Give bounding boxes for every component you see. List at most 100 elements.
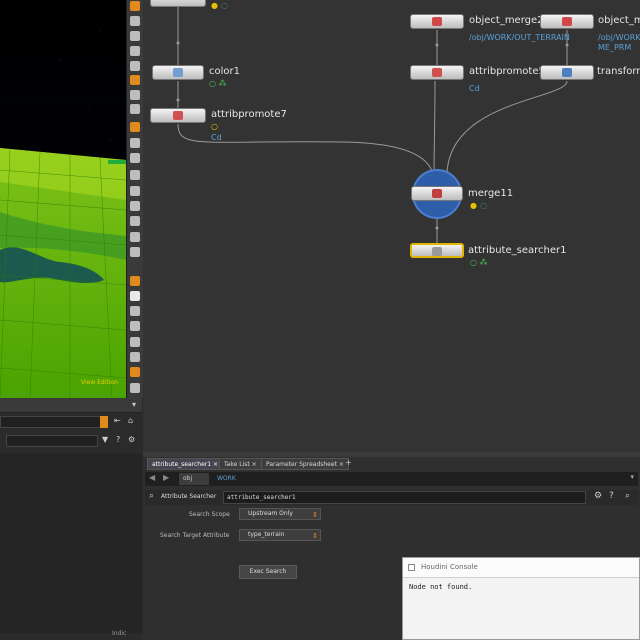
path-work-label: WORK: [217, 475, 236, 482]
tool-icon[interactable]: [130, 201, 140, 211]
tab-attribute-searcher[interactable]: attribute_searcher1 ×: [147, 458, 224, 470]
path-obj[interactable]: obj: [179, 473, 209, 485]
node-label: attribute_searcher1: [468, 245, 567, 256]
lower-left-panel: ▾ ⇤ ⌂ ▼ ? ⚙ Indic: [0, 398, 142, 640]
attribpromote-icon: [432, 68, 442, 77]
node-sublabel: Cd: [469, 84, 480, 93]
node-object-merge-right[interactable]: [540, 14, 594, 29]
tool-icon[interactable]: [130, 383, 140, 393]
path-work[interactable]: WORK: [217, 473, 236, 485]
tool-icon[interactable]: [130, 276, 140, 286]
settings-icon[interactable]: ⌂: [128, 416, 133, 425]
node-object-merge2[interactable]: [410, 14, 464, 29]
path-menu-icon[interactable]: ▾: [630, 473, 634, 481]
display-flag-icon[interactable]: ◌: [221, 1, 228, 10]
search-field[interactable]: [6, 435, 98, 447]
exec-search-button[interactable]: Exec Search: [239, 565, 297, 579]
tab-parameter-spreadsheet[interactable]: Parameter Spreadsheet ×: [261, 458, 349, 470]
filter-field[interactable]: [0, 416, 108, 428]
node-header: ⌕ Attribute Searcher attribute_searcher1…: [145, 490, 638, 505]
help-icon[interactable]: ?: [609, 491, 614, 501]
tool-icon[interactable]: [130, 170, 140, 180]
houdini-console[interactable]: Houdini Console Node not found.: [402, 557, 640, 640]
search-icon[interactable]: ⌕: [149, 491, 154, 501]
viewport-watermark: View Edition: [81, 379, 118, 386]
node-sublabel: /obj/WORK: [598, 33, 640, 42]
tool-icon[interactable]: [130, 75, 140, 85]
tab-label: Parameter Spreadsheet: [266, 461, 337, 468]
bypass-flag-icon[interactable]: ●: [470, 201, 477, 210]
help-icon[interactable]: ?: [116, 435, 120, 444]
viewport-toolbar: [126, 0, 143, 398]
tool-icon[interactable]: [130, 321, 140, 331]
tool-icon[interactable]: [130, 122, 140, 132]
scene-viewport[interactable]: View Edition: [0, 0, 126, 398]
attribpromote-icon: [173, 111, 183, 120]
node-transform[interactable]: [540, 65, 594, 80]
node-sublabel: Cd: [211, 133, 222, 142]
node-attribpromote7[interactable]: [150, 108, 206, 123]
tree-list[interactable]: [0, 453, 142, 633]
console-title: Houdini Console: [421, 563, 478, 571]
tool-icon[interactable]: [130, 16, 140, 26]
add-tab-icon[interactable]: +: [345, 458, 352, 467]
back-icon[interactable]: ◀: [149, 473, 155, 482]
console-title-bar[interactable]: Houdini Console: [403, 558, 639, 578]
color-node-icon: [173, 68, 183, 77]
tool-icon[interactable]: [130, 216, 140, 226]
node-merge11[interactable]: [411, 186, 463, 201]
path-obj-label: obj: [183, 475, 193, 482]
node-color1[interactable]: [152, 65, 204, 80]
tool-icon[interactable]: [130, 337, 140, 347]
gear-icon[interactable]: ⚙: [128, 435, 135, 444]
dropdown-arrow-icon: ⇕: [312, 511, 318, 519]
object-merge-icon: [432, 17, 442, 26]
target-attribute-menu[interactable]: type_terrain ⇕: [239, 529, 321, 541]
bypass-flag-icon[interactable]: ●: [211, 1, 218, 10]
panel-header: ▾: [0, 398, 142, 413]
node-flag-icon[interactable]: ○ ⁂: [470, 258, 488, 267]
tool-icon[interactable]: [130, 61, 140, 71]
tool-icon[interactable]: [130, 138, 140, 148]
tool-icon[interactable]: [130, 104, 140, 114]
pane-divider[interactable]: [143, 452, 640, 457]
pin-icon[interactable]: ⇤: [114, 416, 121, 425]
filter-icon[interactable]: ▼: [102, 435, 108, 444]
menu-icon[interactable]: ▾: [132, 400, 136, 409]
merge-icon: [432, 189, 442, 198]
tool-icon[interactable]: [130, 31, 140, 41]
tab-take-list[interactable]: Take List ×: [219, 458, 262, 470]
tool-icon[interactable]: [130, 90, 140, 100]
search-icon[interactable]: ⌕: [625, 491, 630, 501]
node-type-label: Attribute Searcher: [161, 493, 217, 500]
dropdown-arrow-icon: ⇕: [312, 532, 318, 540]
node-top-partial[interactable]: [150, 0, 206, 7]
tool-icon[interactable]: [130, 153, 140, 163]
tool-icon[interactable]: [130, 247, 140, 257]
searcher-icon: [432, 247, 442, 256]
gear-icon[interactable]: ⚙: [594, 491, 602, 501]
display-flag-icon[interactable]: ◌: [480, 201, 487, 210]
node-attribute-searcher1[interactable]: [410, 243, 464, 258]
node-label: object_merge2: [469, 15, 544, 26]
network-editor[interactable]: ● ◌ color1 ○ ⁂ attribpromote7 ○ Cd objec…: [143, 0, 640, 452]
forward-icon[interactable]: ▶: [163, 473, 169, 482]
transform-icon: [562, 68, 572, 77]
tool-icon[interactable]: [130, 291, 140, 301]
tab-label: Take List: [224, 461, 250, 468]
dropdown-arrow-icon[interactable]: [100, 416, 108, 428]
node-flag-icon[interactable]: ○: [211, 122, 218, 131]
tool-icon[interactable]: [130, 367, 140, 377]
tool-icon[interactable]: [130, 232, 140, 242]
node-name-field[interactable]: attribute_searcher1: [223, 491, 586, 504]
node-attribpromote5[interactable]: [410, 65, 464, 80]
tool-icon[interactable]: [130, 306, 140, 316]
node-label: color1: [209, 66, 240, 77]
tool-icon[interactable]: [130, 46, 140, 56]
node-flag-icon[interactable]: ○ ⁂: [209, 79, 227, 88]
tool-icon[interactable]: [130, 186, 140, 196]
tool-icon[interactable]: [130, 1, 140, 11]
object-merge-icon: [562, 17, 572, 26]
search-scope-menu[interactable]: Upstream Only ⇕: [239, 508, 321, 520]
tool-icon[interactable]: [130, 352, 140, 362]
